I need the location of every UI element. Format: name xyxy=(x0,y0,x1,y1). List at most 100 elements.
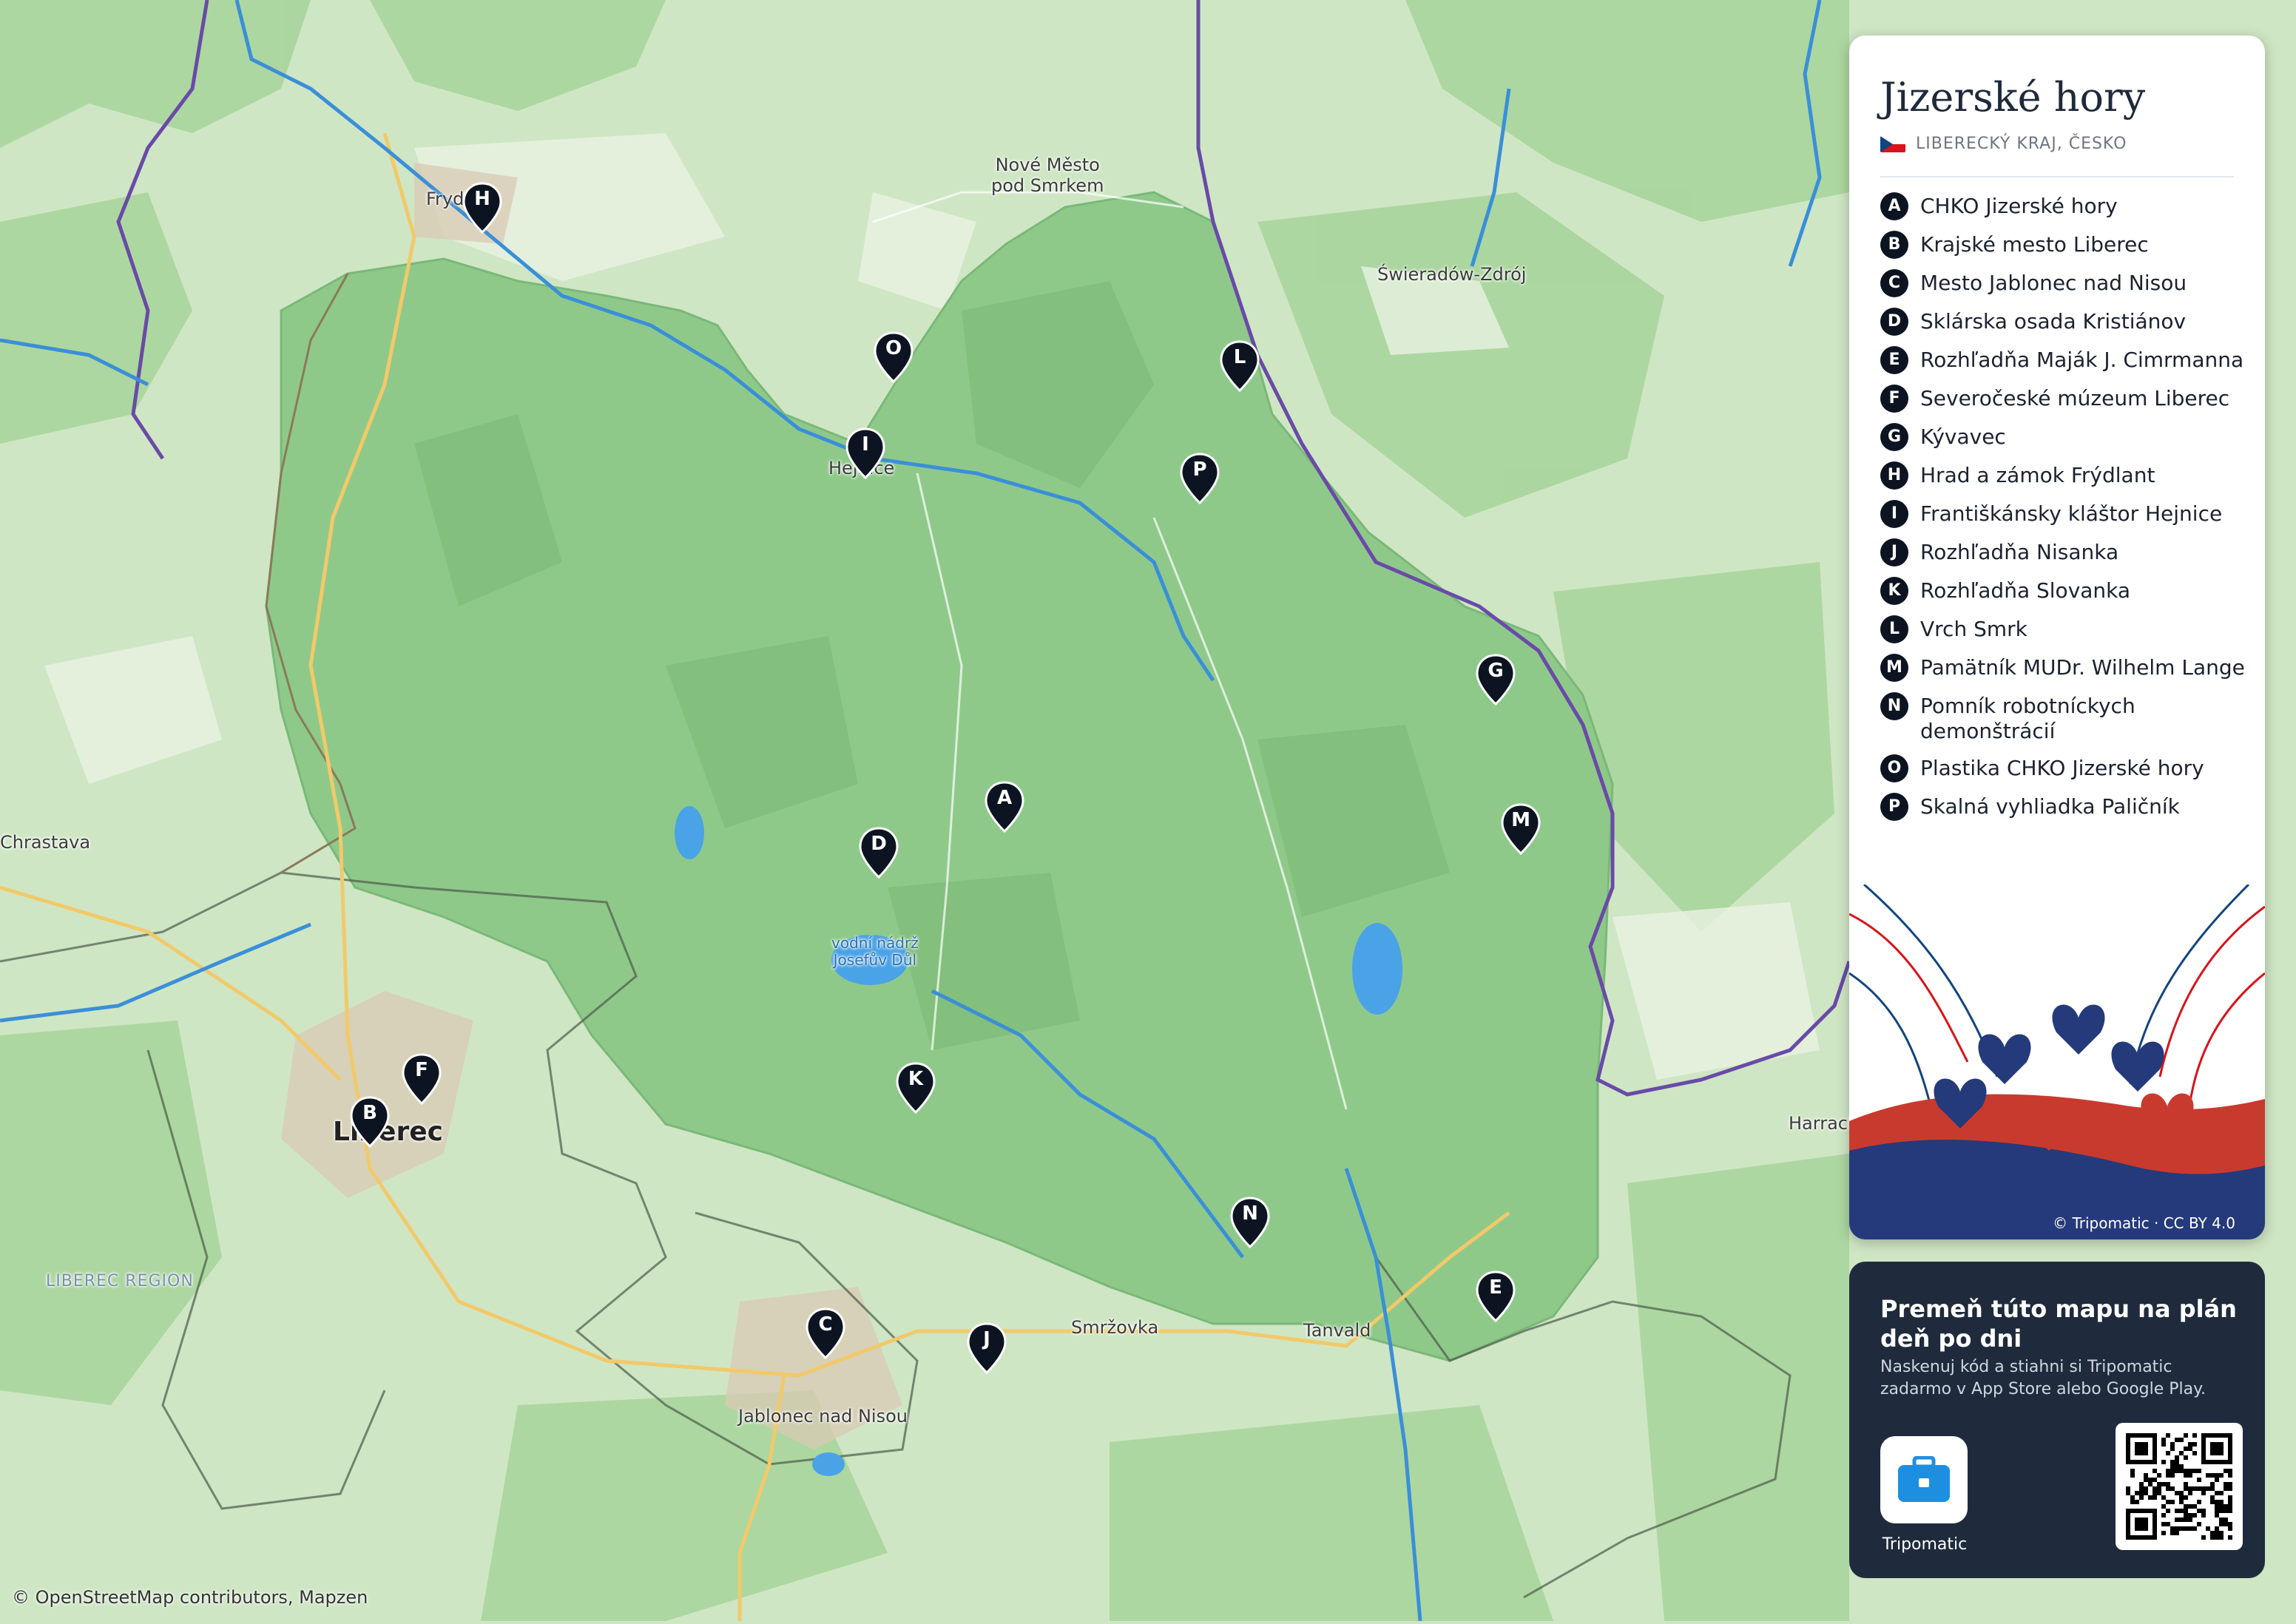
promo-title: Premeň túto mapu na plán deň po dni xyxy=(1880,1295,2237,1353)
map-pin-l[interactable]: L xyxy=(1219,340,1260,392)
qr-code-icon xyxy=(2126,1433,2232,1540)
legend-badge: F xyxy=(1880,385,1908,413)
legend-list: A CHKO Jizerské hory B Krajské mesto Libere… xyxy=(1880,192,2250,833)
folk-ornament xyxy=(1849,884,2265,1239)
map-pin-letter: F xyxy=(415,1059,428,1081)
map-pin-letter: E xyxy=(1489,1276,1502,1299)
map-pin-h[interactable]: H xyxy=(462,182,503,234)
legend-badge: A xyxy=(1880,192,1908,220)
map-pin-b[interactable]: B xyxy=(349,1096,391,1148)
map-pin-f[interactable]: F xyxy=(401,1053,442,1105)
map-pin-letter: L xyxy=(1233,346,1246,368)
label-liberec-region: LIBEREC REGION xyxy=(46,1272,194,1290)
label-harrachov: Harrach xyxy=(1789,1113,1860,1134)
copyright: © Tripomatic · CC BY 4.0 xyxy=(2053,1214,2235,1232)
qr-code[interactable] xyxy=(2116,1423,2243,1550)
legend-item[interactable]: I Františkánsky kláštor Hejnice xyxy=(1880,500,2250,528)
panel-divider xyxy=(1880,176,2234,177)
map-pin-g[interactable]: G xyxy=(1475,654,1516,706)
legend-label: Rozhľadňa Nisanka xyxy=(1920,540,2119,564)
label-tanvald: Tanvald xyxy=(1303,1320,1371,1341)
legend-badge: L xyxy=(1880,615,1908,643)
map-pin-letter: O xyxy=(885,337,902,359)
map-pin-letter: D xyxy=(871,833,887,855)
map-pin-i[interactable]: I xyxy=(845,427,886,479)
map-pin-letter: P xyxy=(1192,459,1207,481)
legend-item[interactable]: L Vrch Smrk xyxy=(1880,615,2250,643)
label-smrzovka: Smržovka xyxy=(1071,1317,1159,1338)
map-pin-letter: A xyxy=(996,787,1013,809)
label-swieradow: Świeradów-Zdrój xyxy=(1377,264,1527,285)
map-pin-m[interactable]: M xyxy=(1500,803,1542,855)
map-pin-letter: B xyxy=(362,1102,377,1124)
legend-item[interactable]: M Pamätník MUDr. Wilhelm Lange xyxy=(1880,654,2250,682)
legend-item[interactable]: F Severočeské múzeum Liberec xyxy=(1880,385,2250,413)
legend-badge: O xyxy=(1880,754,1908,782)
map-pin-c[interactable]: C xyxy=(805,1307,846,1359)
legend-item[interactable]: E Rozhľadňa Maják J. Cimrmanna xyxy=(1880,346,2250,374)
legend-badge: D xyxy=(1880,308,1908,336)
legend-label: CHKO Jizerské hory xyxy=(1920,194,2118,218)
tripomatic-app-button[interactable] xyxy=(1880,1436,1968,1523)
legend-badge: B xyxy=(1880,231,1908,259)
map-pin-letter: M xyxy=(1511,809,1530,831)
legend-item[interactable]: J Rozhľadňa Nisanka xyxy=(1880,538,2250,566)
map-pin-o[interactable]: O xyxy=(873,331,914,383)
legend-item[interactable]: K Rozhľadňa Slovanka xyxy=(1880,577,2250,605)
map-pin-letter: I xyxy=(862,433,869,456)
legend-badge: H xyxy=(1880,461,1908,490)
legend-badge: K xyxy=(1880,577,1908,605)
legend-label: Hrad a zámok Frýdlant xyxy=(1920,463,2155,487)
legend-label: Rozhľadňa Slovanka xyxy=(1920,578,2131,603)
legend-label: Krajské mesto Liberec xyxy=(1920,232,2149,257)
legend-label: Skalná vyhliadka Paličník xyxy=(1920,794,2180,819)
map-pin-letter: G xyxy=(1488,660,1504,682)
legend-item[interactable]: D Sklárska osada Kristiánov xyxy=(1880,308,2250,336)
panel-subtitle-text: LIBERECKÝ KRAJ, ČESKO xyxy=(1916,135,2127,153)
legend-label: Františkánsky kláštor Hejnice xyxy=(1920,501,2223,526)
app-label: Tripomatic xyxy=(1882,1535,1968,1554)
legend-item[interactable]: G Kývavec xyxy=(1880,423,2250,451)
legend-label: Pamätník MUDr. Wilhelm Lange xyxy=(1920,655,2245,680)
legend-item[interactable]: O Plastika CHKO Jizerské hory xyxy=(1880,754,2250,782)
label-reservoir: vodní nádrž Josefův Důl xyxy=(831,934,919,969)
czech-flag-icon xyxy=(1880,135,1905,152)
legend-badge: J xyxy=(1880,538,1908,566)
promo-card: Premeň túto mapu na plán deň po dni Nask… xyxy=(1849,1262,2265,1578)
map-pin-p[interactable]: P xyxy=(1179,453,1220,504)
map-attribution: © OpenStreetMap contributors, Mapzen xyxy=(12,1587,368,1608)
legend-label: Plastika CHKO Jizerské hory xyxy=(1920,756,2204,780)
legend-badge: N xyxy=(1880,692,1908,720)
legend-label: Kývavec xyxy=(1920,424,2006,449)
info-panel: Jizerské hory LIBERECKÝ KRAJ, ČESKO A CHK… xyxy=(1849,35,2265,1239)
map-pin-a[interactable]: A xyxy=(984,781,1025,833)
map-pin-e[interactable]: E xyxy=(1475,1271,1516,1322)
map-pin-d[interactable]: D xyxy=(858,827,899,879)
suitcase-icon xyxy=(1898,1456,1950,1502)
legend-item[interactable]: P Skalná vyhliadka Paličník xyxy=(1880,793,2250,821)
legend-badge: G xyxy=(1880,423,1908,451)
legend-item[interactable]: H Hrad a zámok Frýdlant xyxy=(1880,461,2250,490)
map-pin-letter: J xyxy=(983,1328,990,1350)
legend-label: Severočeské múzeum Liberec xyxy=(1920,386,2230,410)
legend-label: Pomník robotníckych demonštrácií xyxy=(1920,694,2135,743)
panel-title: Jizerské hory xyxy=(1880,74,2146,121)
map-pin-letter: C xyxy=(818,1313,833,1336)
legend-item[interactable]: B Krajské mesto Liberec xyxy=(1880,231,2250,259)
map-pin-letter: H xyxy=(474,188,490,210)
map-pin-n[interactable]: N xyxy=(1229,1197,1271,1248)
map-pin-letter: N xyxy=(1242,1202,1258,1225)
panel-subtitle: LIBERECKÝ KRAJ, ČESKO xyxy=(1880,135,2127,153)
label-chrastava: Chrastava xyxy=(0,832,91,853)
legend-label: Sklárska osada Kristiánov xyxy=(1920,309,2187,334)
legend-item[interactable]: C Mesto Jablonec nad Nisou xyxy=(1880,269,2250,297)
map-pin-j[interactable]: J xyxy=(966,1322,1007,1374)
map-pin-letter: K xyxy=(908,1068,924,1090)
map-pin-k[interactable]: K xyxy=(895,1062,936,1114)
legend-label: Mesto Jablonec nad Nisou xyxy=(1920,271,2187,295)
legend-item[interactable]: N Pomník robotníckych demonštrácií xyxy=(1880,692,2250,744)
label-jablonec: Jablonec nad Nisou xyxy=(738,1406,908,1427)
legend-item[interactable]: A CHKO Jizerské hory xyxy=(1880,192,2250,220)
legend-badge: P xyxy=(1880,793,1908,821)
legend-label: Rozhľadňa Maják J. Cimrmanna xyxy=(1920,348,2244,372)
